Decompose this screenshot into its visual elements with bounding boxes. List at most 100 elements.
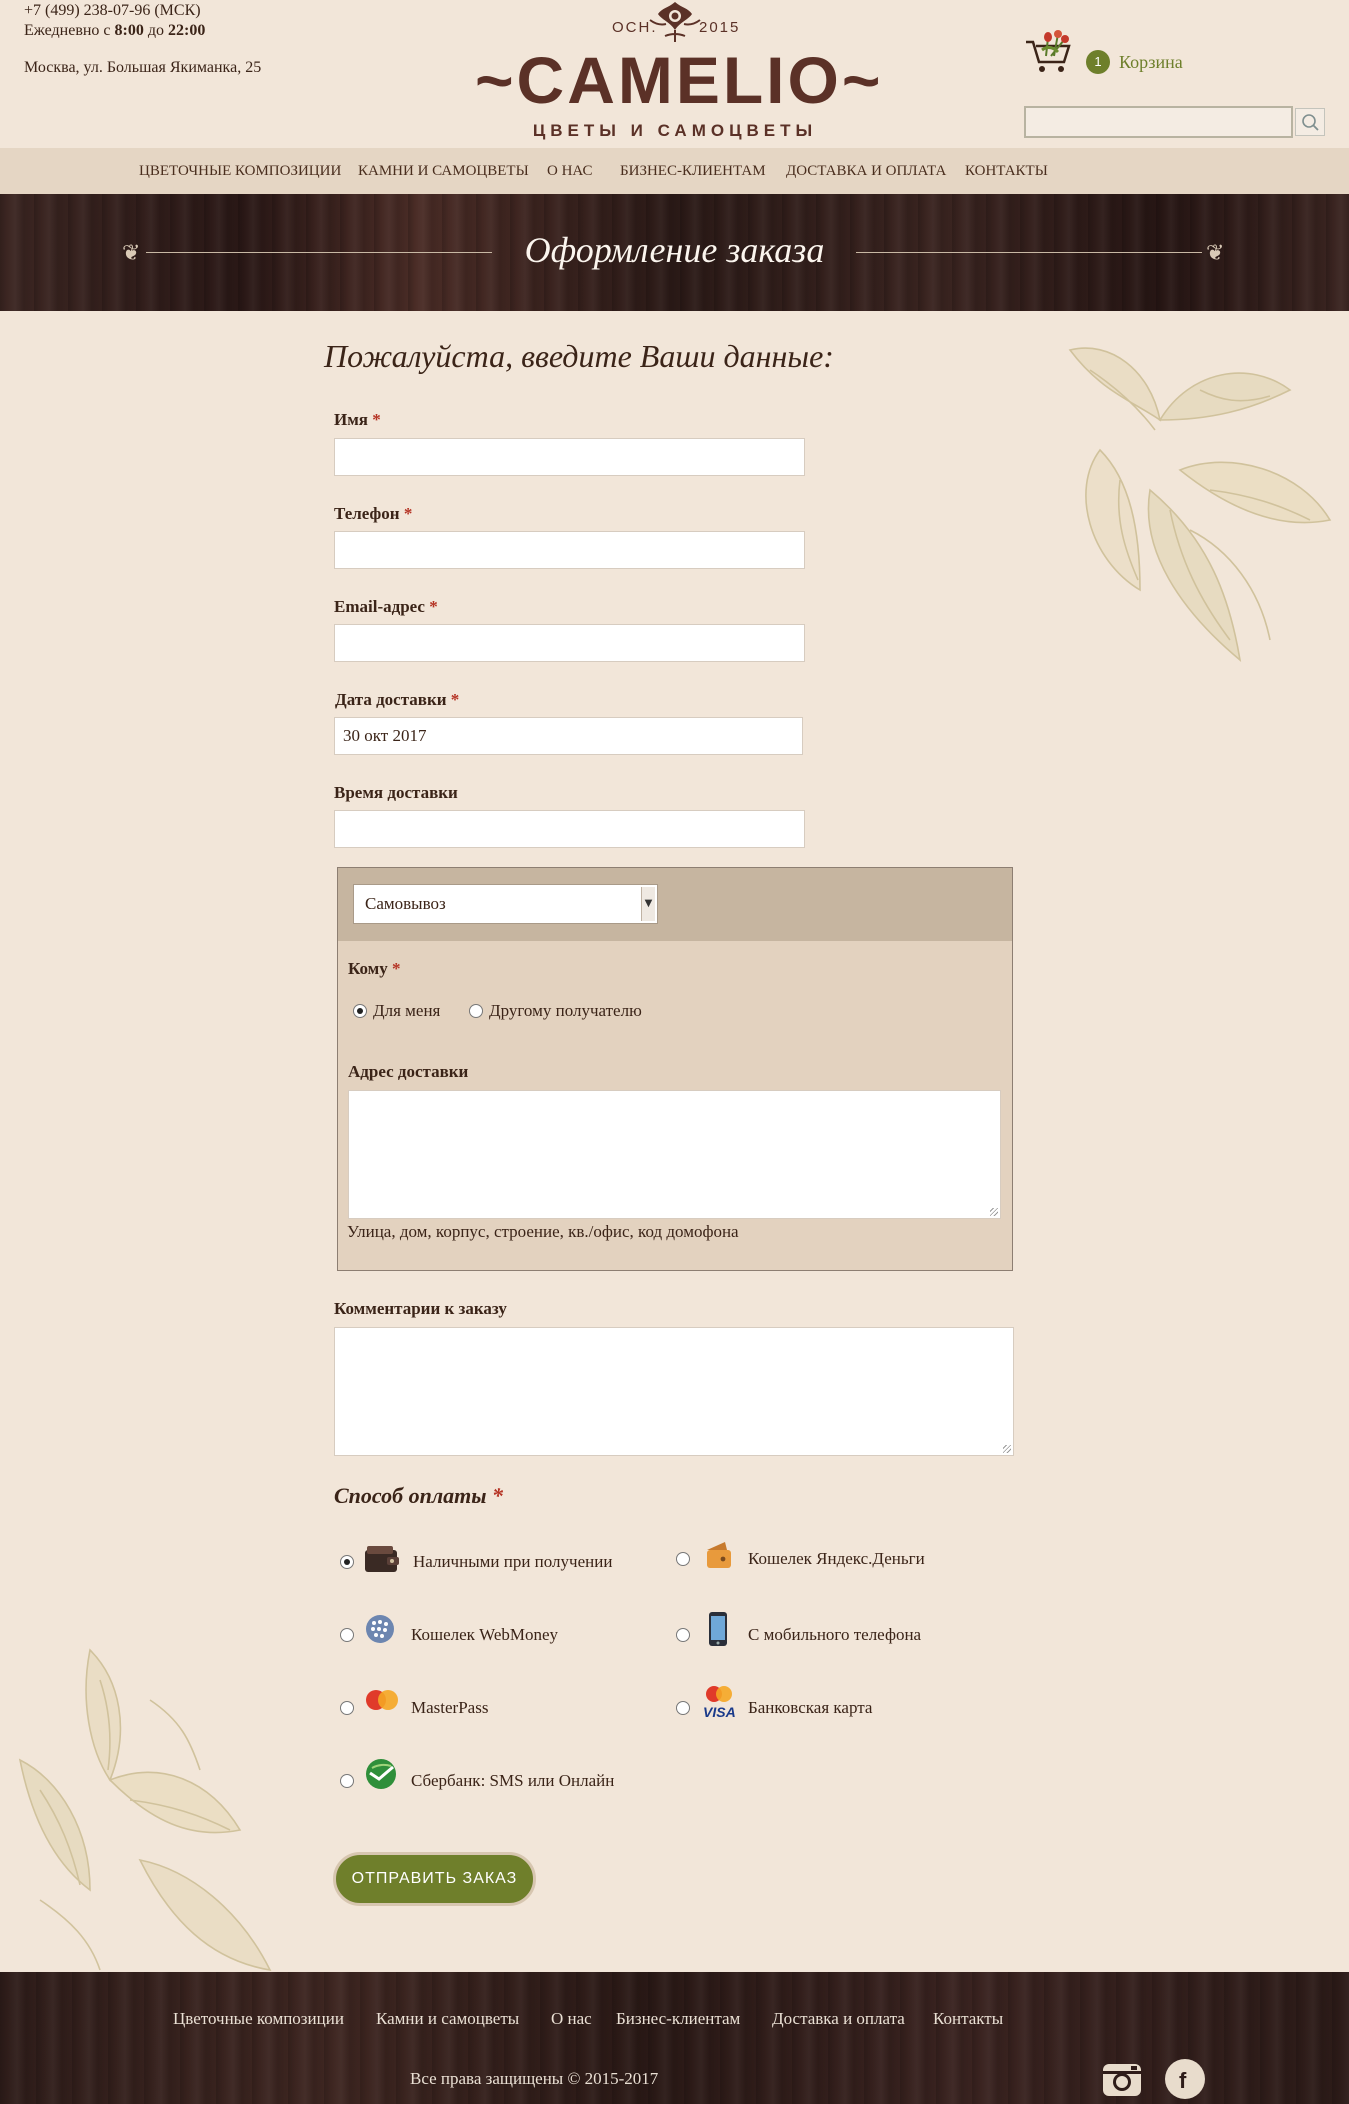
resize-grip-icon[interactable]	[990, 1208, 998, 1216]
footer-link-contacts[interactable]: Контакты	[933, 2008, 1003, 2030]
cart-with-flowers-icon[interactable]	[1024, 30, 1084, 74]
required-mark: *	[429, 597, 438, 616]
site-logo[interactable]: ОСН. 2015 ~CAMELIO~ ЦВЕТЫ И САМОЦВЕТЫ	[475, 0, 884, 146]
required-mark: *	[492, 1483, 504, 1508]
webmoney-globe-icon	[366, 1615, 394, 1643]
nav-item-delivery[interactable]: Доставка и оплата	[786, 162, 946, 180]
phone-input[interactable]	[334, 531, 805, 569]
payment-title-text: Способ оплаты	[334, 1483, 487, 1508]
recipient-option-me[interactable]: Для меня	[373, 1000, 440, 1022]
payment-radio-cash[interactable]	[340, 1555, 354, 1569]
payment-title: Способ оплаты *	[334, 1482, 503, 1510]
phone-label: Телефон *	[334, 503, 412, 525]
main-nav: Цветочные композиции Камни и самоцветы О…	[0, 148, 1349, 194]
banner-rule-right	[856, 252, 1202, 253]
header-phone[interactable]: +7 (499) 238-07-96 (МСК)	[24, 1, 201, 21]
footer-link-about[interactable]: О нас	[551, 2008, 592, 2030]
search-input[interactable]	[1024, 106, 1293, 138]
delivery-method-value: Самовывоз	[365, 894, 446, 913]
nav-item-contacts[interactable]: Контакты	[965, 162, 1048, 180]
footer-link-stones[interactable]: Камни и самоцветы	[376, 2008, 519, 2030]
payment-radio-mobile[interactable]	[676, 1628, 690, 1642]
delivery-method-select[interactable]: Самовывоз ▼	[353, 884, 658, 924]
visa-mastercard-icon: VISA	[703, 1686, 736, 1720]
svg-text:VISA: VISA	[703, 1704, 736, 1720]
delivery-method-bar: Самовывоз ▼	[338, 868, 1012, 941]
email-label: Email-адрес *	[334, 596, 438, 618]
comment-label: Комментарии к заказу	[334, 1299, 507, 1318]
comment-textarea[interactable]	[334, 1327, 1014, 1456]
payment-radio-sberbank[interactable]	[340, 1774, 354, 1788]
facebook-icon[interactable]: f	[1164, 2058, 1206, 2100]
footer-link-flower-compositions[interactable]: Цветочные композиции	[173, 2008, 344, 2030]
address-label: Адрес доставки	[348, 1062, 469, 1081]
cart-link[interactable]: Корзина	[1119, 50, 1183, 74]
name-label-text: Имя	[334, 410, 368, 429]
logo-tagline: ЦВЕТЫ И САМОЦВЕТЫ	[532, 121, 818, 140]
payment-option-yandex[interactable]: Кошелек Яндекс.Деньги	[748, 1548, 925, 1570]
footer-copyright: Все права защищены © 2015-2017	[410, 2069, 659, 2088]
payment-radio-masterpass[interactable]	[340, 1701, 354, 1715]
site-header: +7 (499) 238-07-96 (МСК) Ежедневно с 8:0…	[0, 0, 1349, 148]
payment-radio-bankcard[interactable]	[676, 1701, 690, 1715]
delivery-time-input[interactable]	[334, 810, 805, 848]
required-mark: *	[372, 410, 381, 429]
page-title: Оформление заказа	[524, 230, 825, 270]
recipient-label: Кому *	[348, 958, 401, 980]
required-mark: *	[403, 504, 413, 523]
nav-item-flower-compositions[interactable]: Цветочные композиции	[139, 162, 341, 180]
svg-text:f: f	[1179, 2068, 1187, 2093]
search-button[interactable]	[1295, 108, 1325, 136]
hours-mid: до	[143, 22, 168, 39]
resize-grip-icon[interactable]	[1003, 1445, 1011, 1453]
payment-option-masterpass[interactable]: MasterPass	[411, 1697, 488, 1719]
header-address: Москва, ул. Большая Якиманка, 25	[24, 59, 262, 76]
yandex-money-icon	[707, 1542, 731, 1568]
recipient-label-text: Кому	[348, 959, 388, 978]
logo-wordmark: ~CAMELIO~	[475, 43, 884, 117]
payment-option-cash[interactable]: Наличными при получении	[413, 1551, 612, 1573]
recipient-radio-me[interactable]	[353, 1004, 367, 1018]
nav-item-stones[interactable]: Камни и самоцветы	[358, 162, 529, 180]
mobile-phone-icon	[709, 1612, 727, 1646]
search-icon	[1302, 114, 1319, 131]
chevron-down-icon: ▼	[641, 887, 655, 921]
name-label: Имя *	[334, 409, 381, 431]
delivery-date-label: Дата доставки *	[335, 689, 459, 711]
payment-option-mobile[interactable]: С мобильного телефона	[748, 1624, 921, 1646]
footer-link-business[interactable]: Бизнес-клиентам	[616, 2008, 740, 2030]
site-footer: Цветочные композиции Камни и самоцветы О…	[0, 1972, 1349, 2104]
recipient-radio-other[interactable]	[469, 1004, 483, 1018]
decorative-flowers-top-right	[1068, 347, 1332, 662]
delivery-section: Самовывоз ▼ Кому * Для меня Другому полу…	[337, 867, 1013, 1271]
footer-link-delivery[interactable]: Доставка и оплата	[772, 2008, 905, 2030]
header-hours: Ежедневно с 8:00 до 22:00	[24, 21, 205, 41]
recipient-option-other[interactable]: Другому получателю	[489, 1000, 642, 1022]
nav-item-about[interactable]: О нас	[547, 162, 593, 180]
payment-option-bankcard[interactable]: Банковская карта	[748, 1697, 872, 1719]
hours-close: 22:00	[168, 22, 206, 39]
delivery-time-label: Время доставки	[334, 783, 458, 802]
cart-count-badge[interactable]: 1	[1086, 50, 1110, 74]
payment-radio-yandex[interactable]	[676, 1552, 690, 1566]
name-input[interactable]	[334, 438, 805, 476]
payment-option-webmoney[interactable]: Кошелек WebMoney	[411, 1624, 558, 1646]
ornament-right-icon: ❦	[1206, 240, 1225, 265]
submit-order-button[interactable]: ОТПРАВИТЬ ЗАКАЗ	[333, 1852, 536, 1906]
delivery-date-label-text: Дата доставки	[335, 690, 447, 709]
delivery-date-input[interactable]	[334, 717, 803, 755]
address-hint: Улица, дом, корпус, строение, кв./офис, …	[347, 1222, 739, 1241]
required-mark: *	[392, 959, 401, 978]
page-title-banner: ❦ Оформление заказа ❦	[0, 194, 1349, 311]
email-label-text: Email-адрес	[334, 597, 425, 616]
instagram-icon[interactable]	[1101, 2058, 1143, 2100]
email-input[interactable]	[334, 624, 805, 662]
payment-option-sberbank[interactable]: Сбербанк: SMS или Онлайн	[411, 1770, 614, 1792]
address-textarea[interactable]	[348, 1090, 1001, 1219]
decorative-flowers-bottom-left	[18, 1648, 272, 1972]
logo-est-right: 2015	[699, 19, 741, 36]
nav-item-business[interactable]: Бизнес-клиентам	[620, 162, 766, 180]
masterpass-icon	[366, 1690, 398, 1710]
payment-radio-webmoney[interactable]	[340, 1628, 354, 1642]
required-mark: *	[450, 690, 460, 709]
